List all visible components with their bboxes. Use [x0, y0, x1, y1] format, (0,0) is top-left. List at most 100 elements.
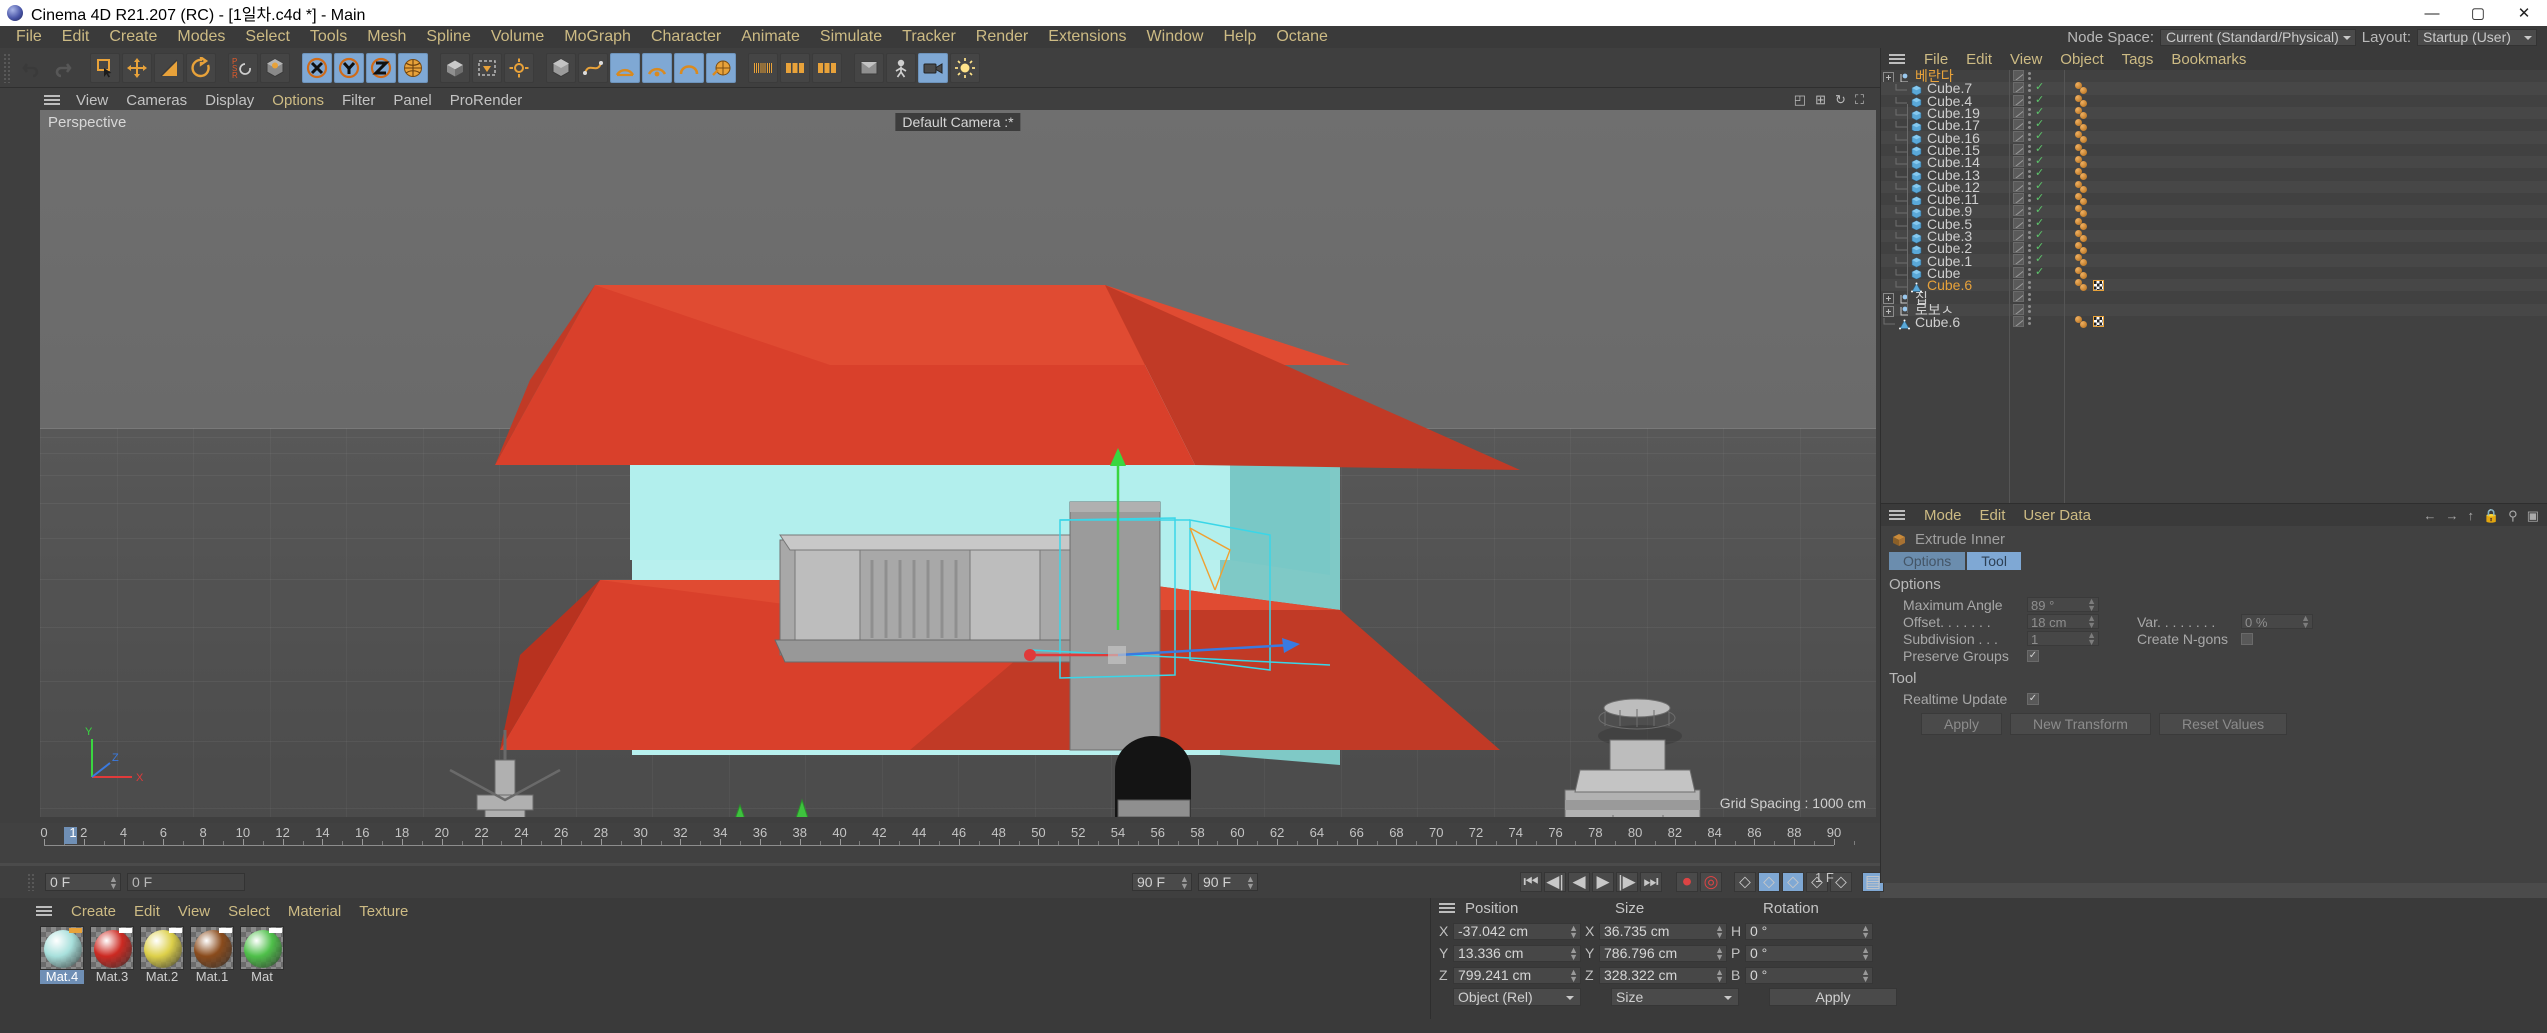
- object-display-toggle[interactable]: [2013, 205, 2024, 217]
- object-row[interactable]: Cube.14 ✓: [1881, 154, 2547, 170]
- object-row[interactable]: 로보ㅅ: [1881, 302, 2547, 318]
- object-row[interactable]: 집: [1881, 290, 2547, 306]
- toolbar-grip[interactable]: [3, 52, 12, 83]
- viewport-menu-prorender[interactable]: ProRender: [441, 92, 532, 109]
- material-item[interactable]: Mat.3: [90, 926, 134, 984]
- object-row[interactable]: Cube.5 ✓: [1881, 216, 2547, 232]
- y-axis-lock-button[interactable]: [334, 52, 364, 83]
- material-thumbnail[interactable]: [240, 926, 284, 970]
- menu-simulate[interactable]: Simulate: [810, 26, 892, 48]
- menu-tools[interactable]: Tools: [300, 26, 357, 48]
- menu-volume[interactable]: Volume: [481, 26, 554, 48]
- maximize-button[interactable]: ▢: [2455, 0, 2501, 26]
- object-display-toggle[interactable]: [2013, 82, 2024, 94]
- array-button[interactable]: [642, 52, 672, 83]
- object-row[interactable]: Cube.6: [1881, 314, 2547, 330]
- object-visibility-dots[interactable]: [2028, 292, 2031, 301]
- object-display-toggle[interactable]: [2013, 94, 2024, 106]
- layout-select[interactable]: Startup (User): [2417, 28, 2537, 46]
- object-menu-view[interactable]: View: [2001, 51, 2051, 68]
- preserve-groups-checkbox[interactable]: ✓: [2027, 649, 2039, 662]
- object-visibility-dots[interactable]: [2028, 219, 2031, 228]
- object-enabled-check-icon[interactable]: ✓: [2035, 205, 2044, 216]
- subdivision-field[interactable]: 1 ▲ ▼: [2027, 631, 2099, 647]
- material-item[interactable]: Mat.1: [190, 926, 234, 984]
- object-enabled-check-icon[interactable]: ✓: [2035, 143, 2044, 155]
- object-visibility-dots[interactable]: [2028, 231, 2031, 240]
- menu-help[interactable]: Help: [1213, 26, 1266, 48]
- object-display-toggle[interactable]: [2013, 143, 2024, 155]
- scale-tool-button[interactable]: [154, 52, 184, 83]
- object-row[interactable]: Cube.16 ✓: [1881, 130, 2547, 146]
- step-back-button[interactable]: ◀|: [1544, 872, 1566, 892]
- realtime-update-checkbox[interactable]: ✓: [2027, 692, 2039, 705]
- object-visibility-dots[interactable]: [2028, 255, 2031, 264]
- selection-tag-icon[interactable]: [2093, 316, 2104, 328]
- expand-toggle-icon[interactable]: [1883, 291, 1899, 305]
- psr-button[interactable]: P S R: [228, 52, 258, 83]
- pin-icon[interactable]: ⚲: [2508, 508, 2518, 524]
- menu-octane[interactable]: Octane: [1266, 26, 1338, 48]
- timeline-ruler[interactable]: 0 2 4 6 8 10 12 14 16 18 20 22 24 26 28 30 32 34 36 38 40 42 4…: [40, 825, 1855, 849]
- move-tool-button[interactable]: [122, 52, 152, 83]
- material-tag-icon[interactable]: [2075, 106, 2090, 119]
- render-settings-button[interactable]: [504, 52, 534, 83]
- material-tag-icon[interactable]: [2075, 82, 2090, 95]
- viewport-menu-view[interactable]: View: [67, 92, 117, 109]
- menu-create[interactable]: Create: [99, 26, 167, 48]
- material-menu-create[interactable]: Create: [62, 903, 125, 920]
- object-display-toggle[interactable]: [2013, 242, 2024, 254]
- object-row[interactable]: Cube.17 ✓: [1881, 117, 2547, 133]
- object-row[interactable]: Cube.13 ✓: [1881, 167, 2547, 183]
- menu-mesh[interactable]: Mesh: [357, 26, 416, 48]
- object-visibility-dots[interactable]: [2028, 243, 2031, 252]
- keyframe-scale-button[interactable]: ⬦: [1758, 872, 1780, 892]
- object-menu-edit[interactable]: Edit: [1957, 51, 2001, 68]
- material-menu-view[interactable]: View: [169, 903, 219, 920]
- material-name[interactable]: Mat.1: [190, 970, 234, 984]
- object-enabled-check-icon[interactable]: ✓: [2035, 217, 2044, 229]
- material-menu-icon[interactable]: [36, 906, 52, 917]
- material-thumbnail[interactable]: [140, 926, 184, 970]
- object-display-toggle[interactable]: [2013, 291, 2024, 303]
- object-row[interactable]: Cube.19 ✓: [1881, 105, 2547, 121]
- material-tag-icon[interactable]: [2075, 168, 2090, 181]
- render-view-button[interactable]: [440, 52, 470, 83]
- nav-forward-icon[interactable]: →: [2445, 508, 2458, 524]
- material-tag-icon[interactable]: [2075, 192, 2090, 205]
- object-visibility-dots[interactable]: [2028, 145, 2031, 154]
- object-visibility-dots[interactable]: [2028, 96, 2031, 105]
- object-display-toggle[interactable]: [2013, 266, 2024, 278]
- object-enabled-check-icon[interactable]: ✓: [2035, 119, 2044, 130]
- material-tag-icon[interactable]: [2075, 119, 2090, 132]
- size-y-field[interactable]: 786.796 cm ▲ ▼: [1599, 944, 1727, 962]
- object-menu-file[interactable]: File: [1915, 51, 1957, 68]
- material-tag-icon[interactable]: [2075, 156, 2090, 169]
- object-enabled-check-icon[interactable]: ✓: [2035, 168, 2044, 179]
- material-tag-icon[interactable]: [2075, 143, 2090, 156]
- object-visibility-dots[interactable]: [2028, 305, 2031, 314]
- material-name[interactable]: Mat.3: [90, 970, 134, 984]
- object-row[interactable]: Cube.3 ✓: [1881, 228, 2547, 244]
- end-frame-field-a[interactable]: 90 F ▲ ▼: [1132, 873, 1192, 891]
- material-name[interactable]: Mat: [240, 970, 284, 984]
- mograph-cloner-button[interactable]: [748, 52, 778, 83]
- rotate-tool-button[interactable]: [186, 52, 216, 83]
- object-enabled-check-icon[interactable]: ✓: [2035, 192, 2044, 204]
- material-menu-select[interactable]: Select: [219, 903, 279, 920]
- object-display-toggle[interactable]: [2013, 192, 2024, 204]
- material-tag-icon[interactable]: [2075, 94, 2090, 107]
- z-axis-lock-button[interactable]: [366, 52, 396, 83]
- menu-extensions[interactable]: Extensions: [1038, 26, 1136, 48]
- material-thumbnail[interactable]: [40, 926, 84, 970]
- tab-options[interactable]: Options: [1889, 552, 1966, 570]
- material-tag-icon[interactable]: [2075, 180, 2090, 193]
- menu-modes[interactable]: Modes: [167, 26, 235, 48]
- viewport-menu-icon[interactable]: [44, 95, 60, 106]
- object-row[interactable]: Cube.11 ✓: [1881, 191, 2547, 207]
- viewport-menu-options[interactable]: Options: [263, 92, 333, 109]
- menu-spline[interactable]: Spline: [416, 26, 480, 48]
- object-display-toggle[interactable]: [2013, 229, 2024, 241]
- reset-values-button[interactable]: Reset Values: [2158, 713, 2288, 735]
- keyframe-rotation-button[interactable]: ⬦: [1782, 872, 1804, 892]
